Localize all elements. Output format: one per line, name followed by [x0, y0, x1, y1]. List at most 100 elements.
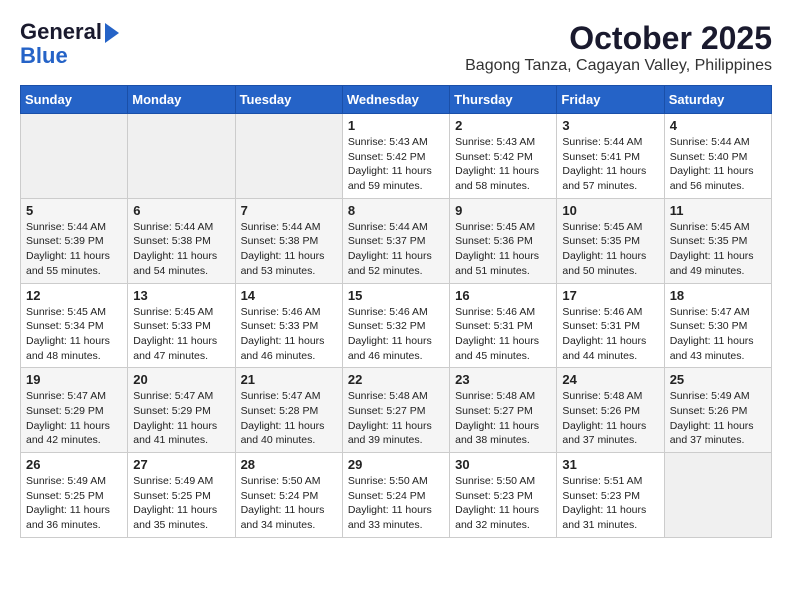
- day-detail: Sunrise: 5:47 AM Sunset: 5:30 PM Dayligh…: [670, 305, 766, 364]
- calendar-cell: 6 Sunrise: 5:44 AM Sunset: 5:38 PM Daylig…: [128, 198, 235, 283]
- day-detail: Sunrise: 5:46 AM Sunset: 5:32 PM Dayligh…: [348, 305, 444, 364]
- day-detail: Sunrise: 5:44 AM Sunset: 5:38 PM Dayligh…: [241, 220, 337, 279]
- day-detail: Sunrise: 5:44 AM Sunset: 5:41 PM Dayligh…: [562, 135, 658, 194]
- day-number: 13: [133, 288, 229, 303]
- page-subtitle: Bagong Tanza, Cagayan Valley, Philippine…: [465, 57, 772, 75]
- calendar-cell: 23 Sunrise: 5:48 AM Sunset: 5:27 PM Dayli…: [450, 368, 557, 453]
- calendar-week-row: 5Sunrise: 5:44 AM Sunset: 5:39 PM Daylig…: [21, 198, 772, 283]
- day-number: 19: [26, 372, 122, 387]
- calendar-week-row: 1 Sunrise: 5:43 AM Sunset: 5:42 PM Daylig…: [21, 114, 772, 199]
- calendar-cell: 24Sunrise: 5:48 AM Sunset: 5:26 PM Dayli…: [557, 368, 664, 453]
- day-number: 15: [348, 288, 444, 303]
- header: General Blue October 2025 Bagong Tanza, …: [20, 20, 772, 75]
- calendar-week-row: 12Sunrise: 5:45 AM Sunset: 5:34 PM Dayli…: [21, 283, 772, 368]
- day-number: 9: [455, 203, 551, 218]
- day-detail: Sunrise: 5:47 AM Sunset: 5:29 PM Dayligh…: [26, 389, 122, 448]
- calendar-cell: 21 Sunrise: 5:47 AM Sunset: 5:28 PM Dayli…: [235, 368, 342, 453]
- day-number: 14: [241, 288, 337, 303]
- day-detail: Sunrise: 5:45 AM Sunset: 5:33 PM Dayligh…: [133, 305, 229, 364]
- day-number: 10: [562, 203, 658, 218]
- day-detail: Sunrise: 5:46 AM Sunset: 5:33 PM Dayligh…: [241, 305, 337, 364]
- day-number: 25: [670, 372, 766, 387]
- day-number: 21: [241, 372, 337, 387]
- day-detail: Sunrise: 5:47 AM Sunset: 5:28 PM Dayligh…: [241, 389, 337, 448]
- day-number: 17: [562, 288, 658, 303]
- header-monday: Monday: [128, 86, 235, 114]
- day-detail: Sunrise: 5:51 AM Sunset: 5:23 PM Dayligh…: [562, 474, 658, 533]
- calendar-cell: [21, 114, 128, 199]
- logo-blue: Blue: [20, 44, 68, 68]
- calendar-cell: [128, 114, 235, 199]
- day-number: 26: [26, 457, 122, 472]
- day-number: 11: [670, 203, 766, 218]
- calendar-cell: 13 Sunrise: 5:45 AM Sunset: 5:33 PM Dayli…: [128, 283, 235, 368]
- calendar-cell: [235, 114, 342, 199]
- day-number: 27: [133, 457, 229, 472]
- calendar-cell: 31Sunrise: 5:51 AM Sunset: 5:23 PM Dayli…: [557, 453, 664, 538]
- calendar-cell: 25 Sunrise: 5:49 AM Sunset: 5:26 PM Dayli…: [664, 368, 771, 453]
- day-number: 29: [348, 457, 444, 472]
- calendar-cell: 9 Sunrise: 5:45 AM Sunset: 5:36 PM Daylig…: [450, 198, 557, 283]
- calendar-cell: 19 Sunrise: 5:47 AM Sunset: 5:29 PM Dayli…: [21, 368, 128, 453]
- day-detail: Sunrise: 5:50 AM Sunset: 5:24 PM Dayligh…: [348, 474, 444, 533]
- day-number: 2: [455, 118, 551, 133]
- calendar-cell: 3 Sunrise: 5:44 AM Sunset: 5:41 PM Daylig…: [557, 114, 664, 199]
- day-detail: Sunrise: 5:49 AM Sunset: 5:25 PM Dayligh…: [133, 474, 229, 533]
- day-detail: Sunrise: 5:45 AM Sunset: 5:35 PM Dayligh…: [562, 220, 658, 279]
- day-detail: Sunrise: 5:48 AM Sunset: 5:27 PM Dayligh…: [348, 389, 444, 448]
- calendar-cell: 22 Sunrise: 5:48 AM Sunset: 5:27 PM Dayli…: [342, 368, 449, 453]
- day-detail: Sunrise: 5:44 AM Sunset: 5:37 PM Dayligh…: [348, 220, 444, 279]
- day-detail: Sunrise: 5:49 AM Sunset: 5:26 PM Dayligh…: [670, 389, 766, 448]
- day-detail: Sunrise: 5:50 AM Sunset: 5:23 PM Dayligh…: [455, 474, 551, 533]
- day-detail: Sunrise: 5:49 AM Sunset: 5:25 PM Dayligh…: [26, 474, 122, 533]
- calendar-cell: 4Sunrise: 5:44 AM Sunset: 5:40 PM Daylig…: [664, 114, 771, 199]
- calendar-cell: [664, 453, 771, 538]
- day-detail: Sunrise: 5:44 AM Sunset: 5:38 PM Dayligh…: [133, 220, 229, 279]
- calendar-cell: 30 Sunrise: 5:50 AM Sunset: 5:23 PM Dayli…: [450, 453, 557, 538]
- header-thursday: Thursday: [450, 86, 557, 114]
- calendar-cell: 11 Sunrise: 5:45 AM Sunset: 5:35 PM Dayli…: [664, 198, 771, 283]
- day-detail: Sunrise: 5:48 AM Sunset: 5:26 PM Dayligh…: [562, 389, 658, 448]
- calendar-week-row: 26 Sunrise: 5:49 AM Sunset: 5:25 PM Dayli…: [21, 453, 772, 538]
- header-sunday: Sunday: [21, 86, 128, 114]
- day-number: 5: [26, 203, 122, 218]
- day-number: 30: [455, 457, 551, 472]
- day-number: 20: [133, 372, 229, 387]
- day-number: 23: [455, 372, 551, 387]
- day-number: 3: [562, 118, 658, 133]
- calendar-cell: 1Sunrise: 5:43 AM Sunset: 5:42 PM Daylig…: [342, 114, 449, 199]
- calendar-cell: 12Sunrise: 5:45 AM Sunset: 5:34 PM Dayli…: [21, 283, 128, 368]
- page-title: October 2025: [465, 20, 772, 57]
- header-friday: Friday: [557, 86, 664, 114]
- day-detail: Sunrise: 5:50 AM Sunset: 5:24 PM Dayligh…: [241, 474, 337, 533]
- calendar-cell: 28Sunrise: 5:50 AM Sunset: 5:24 PM Dayli…: [235, 453, 342, 538]
- day-number: 8: [348, 203, 444, 218]
- calendar-cell: 10 Sunrise: 5:45 AM Sunset: 5:35 PM Dayli…: [557, 198, 664, 283]
- calendar-cell: 18 Sunrise: 5:47 AM Sunset: 5:30 PM Dayli…: [664, 283, 771, 368]
- day-detail: Sunrise: 5:44 AM Sunset: 5:40 PM Dayligh…: [670, 135, 766, 194]
- calendar-cell: 20 Sunrise: 5:47 AM Sunset: 5:29 PM Dayli…: [128, 368, 235, 453]
- logo-arrow-icon: [105, 23, 119, 43]
- calendar-cell: 15 Sunrise: 5:46 AM Sunset: 5:32 PM Dayli…: [342, 283, 449, 368]
- header-saturday: Saturday: [664, 86, 771, 114]
- calendar-cell: 7 Sunrise: 5:44 AM Sunset: 5:38 PM Daylig…: [235, 198, 342, 283]
- day-number: 6: [133, 203, 229, 218]
- day-detail: Sunrise: 5:45 AM Sunset: 5:35 PM Dayligh…: [670, 220, 766, 279]
- logo-general: General: [20, 20, 102, 44]
- calendar-header-row: SundayMondayTuesdayWednesdayThursdayFrid…: [21, 86, 772, 114]
- day-detail: Sunrise: 5:47 AM Sunset: 5:29 PM Dayligh…: [133, 389, 229, 448]
- logo: General Blue: [20, 20, 119, 68]
- calendar-cell: 16Sunrise: 5:46 AM Sunset: 5:31 PM Dayli…: [450, 283, 557, 368]
- day-number: 22: [348, 372, 444, 387]
- day-detail: Sunrise: 5:45 AM Sunset: 5:36 PM Dayligh…: [455, 220, 551, 279]
- day-number: 16: [455, 288, 551, 303]
- header-tuesday: Tuesday: [235, 86, 342, 114]
- day-number: 1: [348, 118, 444, 133]
- day-number: 18: [670, 288, 766, 303]
- day-detail: Sunrise: 5:43 AM Sunset: 5:42 PM Dayligh…: [455, 135, 551, 194]
- calendar-cell: 5Sunrise: 5:44 AM Sunset: 5:39 PM Daylig…: [21, 198, 128, 283]
- header-wednesday: Wednesday: [342, 86, 449, 114]
- calendar-cell: 17Sunrise: 5:46 AM Sunset: 5:31 PM Dayli…: [557, 283, 664, 368]
- day-number: 7: [241, 203, 337, 218]
- day-detail: Sunrise: 5:48 AM Sunset: 5:27 PM Dayligh…: [455, 389, 551, 448]
